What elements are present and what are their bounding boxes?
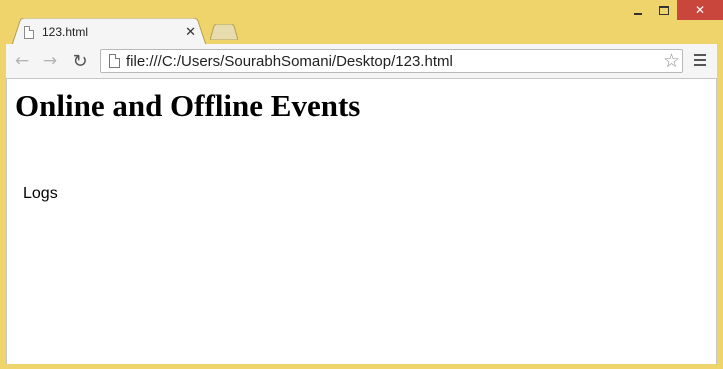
browser-toolbar: ← → ↻ file:///C:/Users/SourabhSomani/Des… (6, 44, 717, 79)
minimize-icon (634, 13, 642, 15)
forward-arrow-icon[interactable]: → (40, 51, 60, 71)
menu-bar (694, 54, 706, 56)
menu-icon[interactable] (694, 54, 706, 66)
maximize-button[interactable] (651, 0, 677, 20)
page-heading: Online and Offline Events (15, 88, 361, 123)
address-bar[interactable]: file:///C:/Users/SourabhSomani/Desktop/1… (100, 49, 683, 73)
reload-icon[interactable]: ↻ (70, 51, 90, 72)
menu-bar (694, 59, 706, 61)
close-window-button[interactable]: ✕ (677, 0, 723, 20)
minimize-button[interactable] (625, 0, 651, 20)
new-tab-button[interactable] (210, 24, 238, 40)
page-viewport: Online and Offline Events Logs (6, 79, 717, 364)
tab-title: 123.html (42, 25, 89, 39)
logs-label: Logs (23, 185, 58, 202)
close-icon: ✕ (694, 3, 706, 17)
menu-bar (694, 64, 706, 66)
maximize-icon (659, 5, 669, 15)
page-icon (24, 25, 34, 39)
tab-content[interactable]: 123.html ✕ (24, 22, 200, 42)
window-bottom-frame (0, 364, 723, 369)
url-text[interactable]: file:///C:/Users/SourabhSomani/Desktop/1… (126, 53, 453, 70)
star-icon[interactable]: ☆ (663, 50, 680, 72)
back-arrow-icon[interactable]: ← (12, 51, 32, 71)
tab-close-icon[interactable]: ✕ (185, 25, 196, 40)
page-icon (109, 54, 120, 68)
window-controls: ✕ (625, 0, 723, 20)
